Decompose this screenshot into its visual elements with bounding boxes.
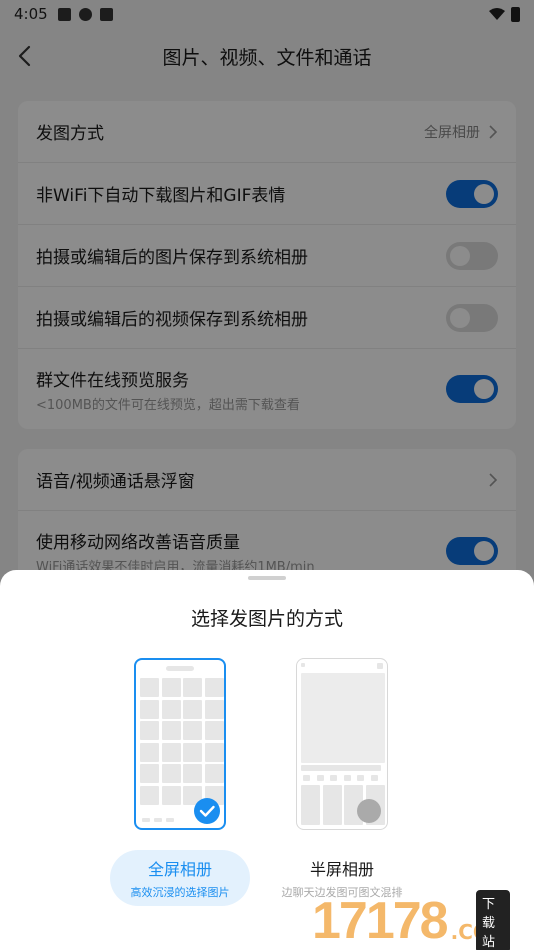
watermark-badge: 下载站 <box>476 890 510 950</box>
thumbnail-placeholder <box>343 775 351 781</box>
thumbnail-placeholder <box>183 678 202 697</box>
thumbnail-placeholder <box>204 764 224 783</box>
thumbnail-placeholder <box>140 699 159 719</box>
full-album-preview[interactable] <box>134 658 226 830</box>
thumbnail-placeholder <box>322 785 342 825</box>
option-desc: 高效沉浸的选择图片 <box>130 886 230 899</box>
thumbnail-placeholder <box>183 721 202 740</box>
thumbnail-placeholder <box>166 818 174 822</box>
thumbnail-placeholder <box>204 721 224 740</box>
thumbnail-placeholder <box>161 678 181 697</box>
thumbnail-placeholder <box>204 742 224 762</box>
option-title: 半屏相册 <box>309 860 374 879</box>
sheet-handle[interactable] <box>248 576 286 580</box>
thumbnail-placeholder <box>183 742 202 762</box>
thumbnail-placeholder <box>142 818 150 822</box>
thumbnail-placeholder <box>140 764 159 783</box>
thumbnail-placeholder <box>161 764 181 783</box>
preview-dot <box>377 663 383 669</box>
thumbnail-placeholder <box>204 699 224 719</box>
thumbnail-placeholder <box>316 775 324 781</box>
thumbnail-placeholder <box>301 785 320 825</box>
thumbnail-placeholder <box>154 818 162 822</box>
thumbnail-placeholder <box>161 785 181 805</box>
selected-check-icon <box>194 798 220 824</box>
thumbnail-placeholder <box>140 721 159 740</box>
thumbnail-placeholder <box>183 699 202 719</box>
site-watermark: 17178 .COM 下载站 <box>312 890 510 950</box>
preview-dot <box>301 663 305 667</box>
full-album-option[interactable]: 全屏相册 高效沉浸的选择图片 <box>110 850 250 906</box>
thumbnail-placeholder <box>161 742 181 762</box>
thumbnail-placeholder <box>161 721 181 740</box>
chat-area <box>301 673 385 763</box>
input-bar <box>301 765 381 771</box>
thumbnail-placeholder <box>204 678 224 697</box>
watermark-digits: 17178 <box>312 892 449 950</box>
thumbnail-placeholder <box>303 775 310 781</box>
thumbnail-placeholder <box>140 742 159 762</box>
sheet-title: 选择发图片的方式 <box>190 608 343 630</box>
thumbnail-placeholder <box>357 775 364 781</box>
preview-notch <box>166 666 194 671</box>
unselected-circle-icon <box>357 799 381 823</box>
option-title: 全屏相册 <box>147 860 212 879</box>
thumbnail-placeholder <box>183 764 202 783</box>
thumbnail-placeholder <box>370 775 378 781</box>
thumbnail-placeholder <box>140 678 159 697</box>
thumbnail-placeholder <box>330 775 337 781</box>
thumbnail-placeholder <box>161 699 181 719</box>
thumbnail-placeholder <box>140 785 159 805</box>
half-album-preview[interactable] <box>296 658 388 830</box>
